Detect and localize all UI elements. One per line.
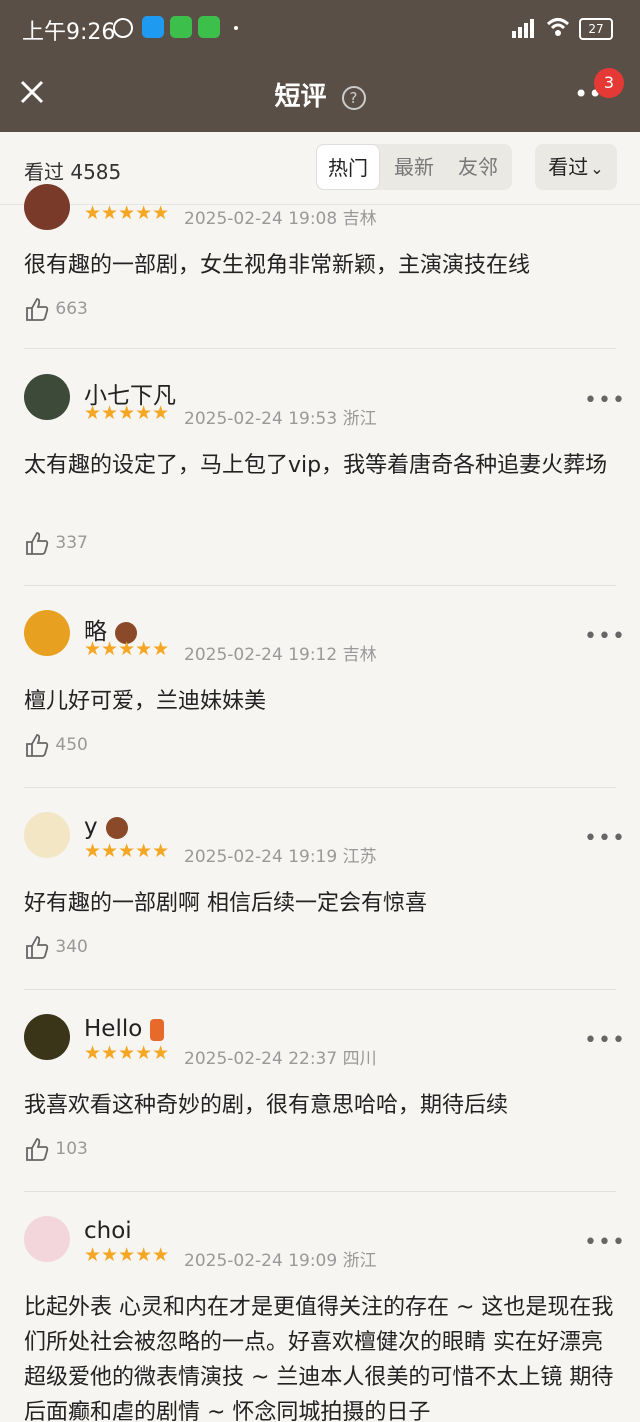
battery-icon: 27 xyxy=(579,18,613,40)
review-text: 我喜欢看这种奇妙的剧，很有意思哈哈，期待后续 xyxy=(24,1093,509,1118)
tab-latest[interactable]: 最新 xyxy=(382,144,446,190)
review-item: choi ★★★★★ 2025-02-24 19:09 浙江 ••• 比起外表 … xyxy=(0,1192,640,1422)
like-button[interactable]: 663 xyxy=(24,296,88,322)
like-button[interactable]: 340 xyxy=(24,934,88,960)
review-text: 比起外表 心灵和内在才是更值得关注的存在 ~ 这也是现在我们所处社会被忽略的一点… xyxy=(24,1295,614,1422)
dot-icon xyxy=(234,26,238,30)
clock-icon xyxy=(113,18,133,38)
wechat-icon xyxy=(170,16,192,38)
like-count: 103 xyxy=(55,1139,88,1159)
seen-count: 看过 4585 xyxy=(24,160,122,184)
like-count: 450 xyxy=(55,735,88,755)
avatar[interactable] xyxy=(24,1216,70,1262)
like-button[interactable]: 337 xyxy=(24,530,88,556)
rating-stars: ★★★★★ xyxy=(84,402,170,424)
username[interactable]: choi xyxy=(84,1218,132,1244)
avatar[interactable] xyxy=(24,610,70,656)
top-bar: 短评 ? •• 3 xyxy=(0,58,640,132)
thumb-up-icon xyxy=(26,298,49,321)
emoji-badge-icon xyxy=(105,816,128,839)
review-item: Hello ★★★★★ 2025-02-24 22:37 四川 ••• 我喜欢看… xyxy=(0,990,640,1192)
review-text: 檀儿好可爱，兰迪妹妹美 xyxy=(24,689,267,714)
avatar[interactable] xyxy=(24,374,70,420)
like-button[interactable]: 450 xyxy=(24,732,88,758)
wifi-icon xyxy=(546,18,570,36)
thumb-up-icon xyxy=(26,936,49,959)
username-text: Hello xyxy=(84,1016,143,1042)
tab-friends[interactable]: 友邻 xyxy=(446,144,510,190)
divider xyxy=(24,348,616,349)
page-title: 短评 ? xyxy=(0,76,640,113)
review-text: 好有趣的一部剧啊 相信后续一定会有惊喜 xyxy=(24,891,427,916)
question-circle-icon[interactable]: ? xyxy=(341,85,366,110)
sort-tabs: 热门 最新 友邻 xyxy=(316,144,512,190)
notification-badge: 3 xyxy=(594,68,624,98)
review-item: ★★★★★ 2025-02-24 19:08 吉林 很有趣的一部剧，女生视角非常… xyxy=(0,184,640,350)
like-count: 340 xyxy=(55,937,88,957)
avatar[interactable] xyxy=(24,184,70,230)
review-meta: 2025-02-24 19:08 吉林 xyxy=(184,209,377,229)
username[interactable]: y xyxy=(84,814,128,840)
chevron-down-icon: ⌄ xyxy=(590,159,604,178)
status-bar: 上午9:26 27 xyxy=(0,0,640,58)
review-text: 很有趣的一部剧，女生视角非常新颖，主演演技在线 xyxy=(24,253,531,278)
username-text: y xyxy=(84,814,98,840)
tab-hot[interactable]: 热门 xyxy=(316,144,380,190)
signal-icon xyxy=(512,19,534,38)
emoji-badge-icon xyxy=(150,1018,165,1041)
avatar[interactable] xyxy=(24,1014,70,1060)
rating-stars: ★★★★★ xyxy=(84,202,170,224)
rating-stars: ★★★★★ xyxy=(84,638,170,660)
thumb-up-icon xyxy=(26,532,49,555)
review-meta: 2025-02-24 19:12 吉林 xyxy=(184,645,377,665)
review-text: 太有趣的设定了，马上包了vip，我等着唐奇各种追妻火葬场 xyxy=(24,453,608,478)
review-item: 小七下凡 ★★★★★ 2025-02-24 19:53 浙江 ••• 太有趣的设… xyxy=(0,350,640,586)
review-meta: 2025-02-24 19:09 浙江 xyxy=(184,1251,377,1271)
like-button[interactable]: 103 xyxy=(24,1136,88,1162)
alipay-icon xyxy=(142,16,164,38)
rating-stars: ★★★★★ xyxy=(84,1042,170,1064)
more-options-icon[interactable]: ••• xyxy=(584,1230,626,1255)
rating-stars: ★★★★★ xyxy=(84,1244,170,1266)
review-meta: 2025-02-24 19:19 江苏 xyxy=(184,847,377,867)
thumb-up-icon xyxy=(26,1138,49,1161)
message-icon xyxy=(198,16,220,38)
username[interactable]: Hello xyxy=(84,1016,165,1042)
page-title-text: 短评 xyxy=(274,82,327,112)
seen-dropdown[interactable]: 看过 ⌄ xyxy=(535,144,617,190)
status-time: 上午9:26 xyxy=(22,20,116,45)
more-options-icon[interactable]: ••• xyxy=(584,826,626,851)
review-item: y ★★★★★ 2025-02-24 19:19 江苏 ••• 好有趣的一部剧啊… xyxy=(0,788,640,990)
review-meta: 2025-02-24 19:53 浙江 xyxy=(184,409,377,429)
thumb-up-icon xyxy=(26,734,49,757)
like-count: 337 xyxy=(55,533,88,553)
more-options-icon[interactable]: ••• xyxy=(584,1028,626,1053)
avatar[interactable] xyxy=(24,812,70,858)
rating-stars: ★★★★★ xyxy=(84,840,170,862)
seen-dropdown-label: 看过 xyxy=(548,155,589,179)
review-meta: 2025-02-24 22:37 四川 xyxy=(184,1049,377,1069)
review-item: 略 ★★★★★ 2025-02-24 19:12 吉林 ••• 檀儿好可爱，兰迪… xyxy=(0,586,640,788)
like-count: 663 xyxy=(55,299,88,319)
more-options-icon[interactable]: ••• xyxy=(584,624,626,649)
more-options-icon[interactable]: ••• xyxy=(584,388,626,413)
